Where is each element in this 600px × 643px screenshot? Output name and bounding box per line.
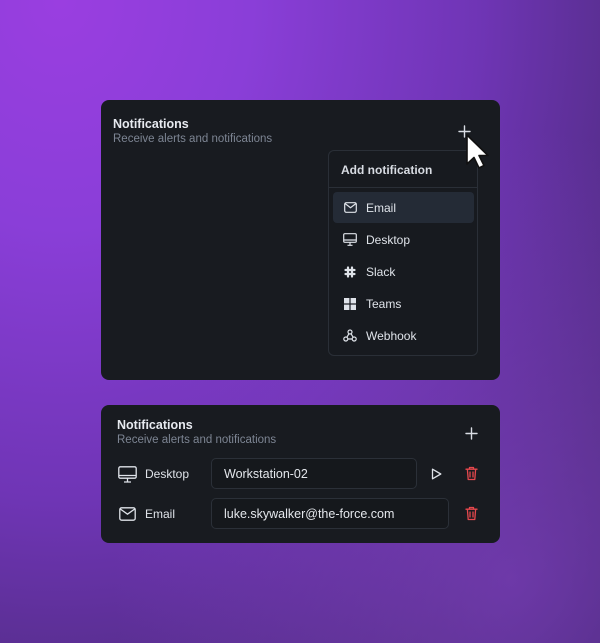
send-test-button[interactable] [426,464,446,484]
trash-icon [464,466,478,480]
menu-header: Add notification [341,163,433,177]
trash-icon [464,506,478,520]
mail-icon [117,504,137,524]
card-subtitle: Receive alerts and notifications [113,133,273,145]
delete-desktop-button[interactable] [461,463,481,483]
card-title: Notifications [117,418,193,432]
add-notification-menu: Add notification Email Desktop Slack Tea… [328,150,478,356]
mail-icon [343,201,357,215]
add-notification-button[interactable] [454,121,474,141]
notifications-card-with-menu: Notifications Receive alerts and notific… [101,100,500,380]
menu-item-label: Email [366,200,397,215]
webhook-icon [343,329,357,343]
menu-item-webhook[interactable]: Webhook [333,320,474,351]
notifications-card-with-entries: Notifications Receive alerts and notific… [101,405,500,543]
menu-item-label: Desktop [366,232,411,247]
menu-item-label: Teams [366,296,402,311]
card-title: Notifications [113,117,189,131]
teams-icon [343,297,357,311]
row-label-desktop: Desktop [145,467,190,481]
menu-item-desktop[interactable]: Desktop [333,224,474,255]
menu-divider [329,187,477,188]
delete-email-button[interactable] [461,503,481,523]
menu-item-label: Webhook [366,328,417,343]
play-icon [431,468,441,480]
row-label-email: Email [145,507,176,521]
menu-item-teams[interactable]: Teams [333,288,474,319]
menu-item-email[interactable]: Email [333,192,474,223]
menu-item-label: Slack [366,264,396,279]
card-subtitle: Receive alerts and notifications [117,434,277,446]
plus-icon [457,124,471,138]
email-target-field[interactable] [211,498,449,529]
desktop-target-field[interactable] [211,458,417,489]
add-notification-button[interactable] [461,423,481,443]
menu-item-slack[interactable]: Slack [333,256,474,287]
monitor-icon [343,233,357,247]
monitor-icon [117,464,137,484]
slack-icon [343,265,357,279]
plus-icon [464,426,478,440]
